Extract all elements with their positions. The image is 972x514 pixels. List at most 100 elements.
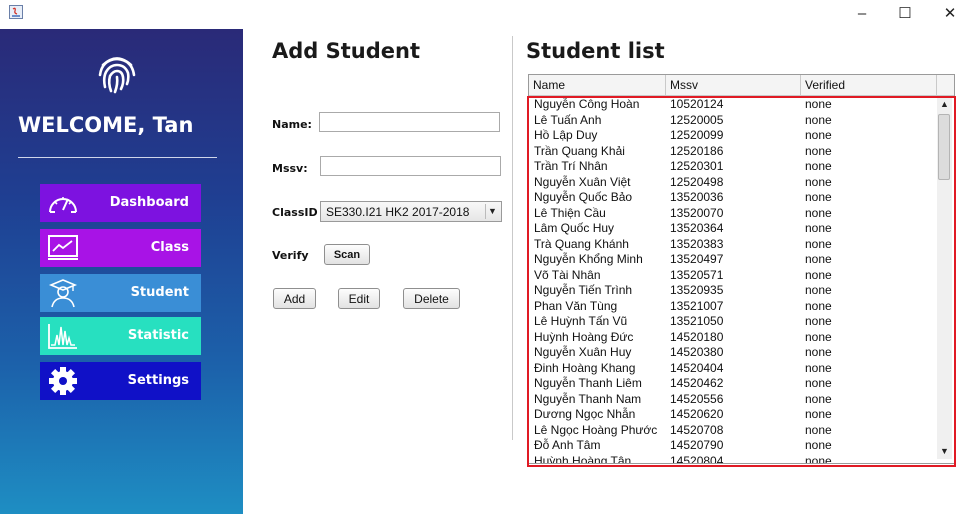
pulse-chart-icon: [48, 324, 77, 349]
table-row[interactable]: Phan Văn Tùng 13521007 none: [529, 299, 937, 315]
table-row[interactable]: Trần Trí Nhân 12520301 none: [529, 159, 937, 175]
cell-verified: none: [805, 190, 832, 204]
table-row[interactable]: Huỳnh Hoàng Tân 14520804 none: [529, 453, 937, 464]
cell-mssv: 14520380: [670, 345, 724, 359]
speedometer-icon: [49, 197, 77, 213]
add-button[interactable]: Add: [273, 288, 316, 309]
sidebar-divider: [18, 157, 217, 158]
cell-mssv: 14520790: [670, 438, 724, 452]
scroll-thumb[interactable]: [938, 114, 950, 180]
sidebar-item-dashboard[interactable]: Dashboard: [40, 184, 201, 222]
cell-mssv: 14520462: [670, 376, 724, 390]
table-row[interactable]: Trà Quang Khánh 13520383 none: [529, 237, 937, 253]
table-row[interactable]: Đỗ Anh Tâm 14520790 none: [529, 438, 937, 454]
chevron-down-icon[interactable]: ▼: [485, 204, 499, 219]
cell-mssv: 14520804: [670, 453, 724, 464]
cell-name: Hồ Lập Duy: [534, 128, 598, 142]
add-student-title: Add Student: [272, 39, 421, 63]
scan-button[interactable]: Scan: [324, 244, 370, 265]
cell-verified: none: [805, 391, 832, 406]
cell-mssv: 13520070: [670, 205, 724, 220]
delete-button[interactable]: Delete: [403, 288, 460, 309]
cell-name: Nguyễn Thanh Nam: [534, 391, 642, 406]
cell-mssv: 12520301: [670, 159, 724, 173]
name-label: Name:: [272, 118, 312, 131]
table-row[interactable]: Nguyễn Công Hoàn 10520124 none: [529, 97, 937, 113]
cell-verified: none: [805, 159, 832, 173]
chart-board-icon: [48, 235, 78, 260]
panel-separator: [512, 36, 513, 440]
cell-name: Nguyễn Thanh Liêm: [534, 376, 642, 390]
cell-name: Lê Thiện Cầu: [534, 205, 606, 220]
table-row[interactable]: Đinh Hoàng Khang 14520404 none: [529, 361, 937, 377]
table-row[interactable]: Lê Tuấn Anh 12520005 none: [529, 113, 937, 129]
table-header: Name Mssv Verified: [529, 75, 954, 96]
table-row[interactable]: Võ Tài Nhân 13520571 none: [529, 268, 937, 284]
sidebar-item-statistic[interactable]: Statistic: [40, 317, 201, 355]
student-table[interactable]: Name Mssv Verified Nguyễn Công Hoàn 10520…: [528, 74, 955, 464]
scroll-down-icon[interactable]: ▼: [937, 444, 952, 459]
sidebar-item-class[interactable]: Class: [40, 229, 201, 267]
cell-name: Nguyễn Xuân Huy: [534, 345, 632, 359]
scroll-up-icon[interactable]: ▲: [937, 97, 952, 112]
table-row[interactable]: Trần Quang Khải 12520186 none: [529, 144, 937, 160]
cell-verified: none: [805, 252, 832, 266]
cell-mssv: 13520571: [670, 267, 724, 282]
table-body: Nguyễn Công Hoàn 10520124 none Lê Tuấn Anh 1…: [529, 97, 937, 464]
table-row[interactable]: Lê Huỳnh Tấn Vũ 13521050 none: [529, 314, 937, 330]
table-row[interactable]: Huỳnh Hoàng Đức 14520180 none: [529, 330, 937, 346]
cell-mssv: 10520124: [670, 97, 724, 111]
column-header-name[interactable]: Name: [529, 75, 666, 95]
cell-verified: none: [805, 376, 832, 390]
verify-label: Verify: [272, 249, 309, 262]
cell-mssv: 12520005: [670, 112, 724, 127]
table-row[interactable]: Nguyễn Thanh Nam 14520556 none: [529, 392, 937, 408]
table-row[interactable]: Nguyễn Thanh Liêm 14520462 none: [529, 376, 937, 392]
column-header-mssv[interactable]: Mssv: [666, 75, 801, 95]
table-row[interactable]: Nguyễn Xuân Việt 12520498 none: [529, 175, 937, 191]
name-input[interactable]: [319, 112, 500, 132]
classid-select[interactable]: SE330.I21 HK2 2017-2018 ▼: [320, 201, 502, 222]
cell-mssv: 13520383: [670, 236, 724, 251]
column-header-verified[interactable]: Verified: [801, 75, 937, 95]
cell-verified: none: [805, 360, 832, 375]
mssv-input[interactable]: [320, 156, 501, 176]
vertical-scrollbar[interactable]: ▲ ▼: [937, 97, 952, 459]
cell-name: Trà Quang Khánh: [534, 236, 629, 251]
cell-verified: none: [805, 174, 832, 189]
cell-mssv: 12520186: [670, 143, 724, 158]
cell-verified: none: [805, 112, 832, 127]
java-app-icon: [9, 5, 23, 19]
cell-verified: none: [805, 221, 832, 235]
cell-name: Đinh Hoàng Khang: [534, 360, 636, 375]
edit-button[interactable]: Edit: [338, 288, 380, 309]
table-row[interactable]: Nguyễn Xuân Huy 14520380 none: [529, 345, 937, 361]
cell-verified: none: [805, 143, 832, 158]
cell-verified: none: [805, 298, 832, 313]
cell-name: Lâm Quốc Huy: [534, 221, 615, 235]
table-row[interactable]: Nguyễn Quốc Bảo 13520036 none: [529, 190, 937, 206]
table-row[interactable]: Nguyễn Khổng Minh 13520497 none: [529, 252, 937, 268]
cell-name: Huỳnh Hoàng Đức: [534, 329, 634, 344]
table-row[interactable]: Lâm Quốc Huy 13520364 none: [529, 221, 937, 237]
table-row[interactable]: Hồ Lập Duy 12520099 none: [529, 128, 937, 144]
fingerprint-icon: [98, 57, 136, 94]
close-button[interactable]: ✕: [930, 2, 970, 26]
table-row[interactable]: Lê Ngọc Hoàng Phước 14520708 none: [529, 423, 937, 439]
cell-verified: none: [805, 283, 832, 297]
minimize-button[interactable]: –: [842, 2, 882, 26]
table-row[interactable]: Lê Thiện Cầu 13520070 none: [529, 206, 937, 222]
cell-mssv: 13521007: [670, 298, 724, 313]
cell-mssv: 13520036: [670, 190, 724, 204]
cell-name: Lê Tuấn Anh: [534, 112, 602, 127]
table-row[interactable]: Nguyễn Tiến Trình 13520935 none: [529, 283, 937, 299]
cell-verified: none: [805, 205, 832, 220]
sidebar-item-settings[interactable]: Settings: [40, 362, 201, 400]
table-row[interactable]: Dương Ngọc Nhẫn 14520620 none: [529, 407, 937, 423]
cell-mssv: 13520497: [670, 252, 724, 266]
cell-name: Nguyễn Khổng Minh: [534, 252, 643, 266]
cell-verified: none: [805, 329, 832, 344]
maximize-button[interactable]: ☐: [885, 2, 925, 26]
cell-verified: none: [805, 407, 832, 421]
sidebar-item-student[interactable]: Student: [40, 274, 201, 312]
